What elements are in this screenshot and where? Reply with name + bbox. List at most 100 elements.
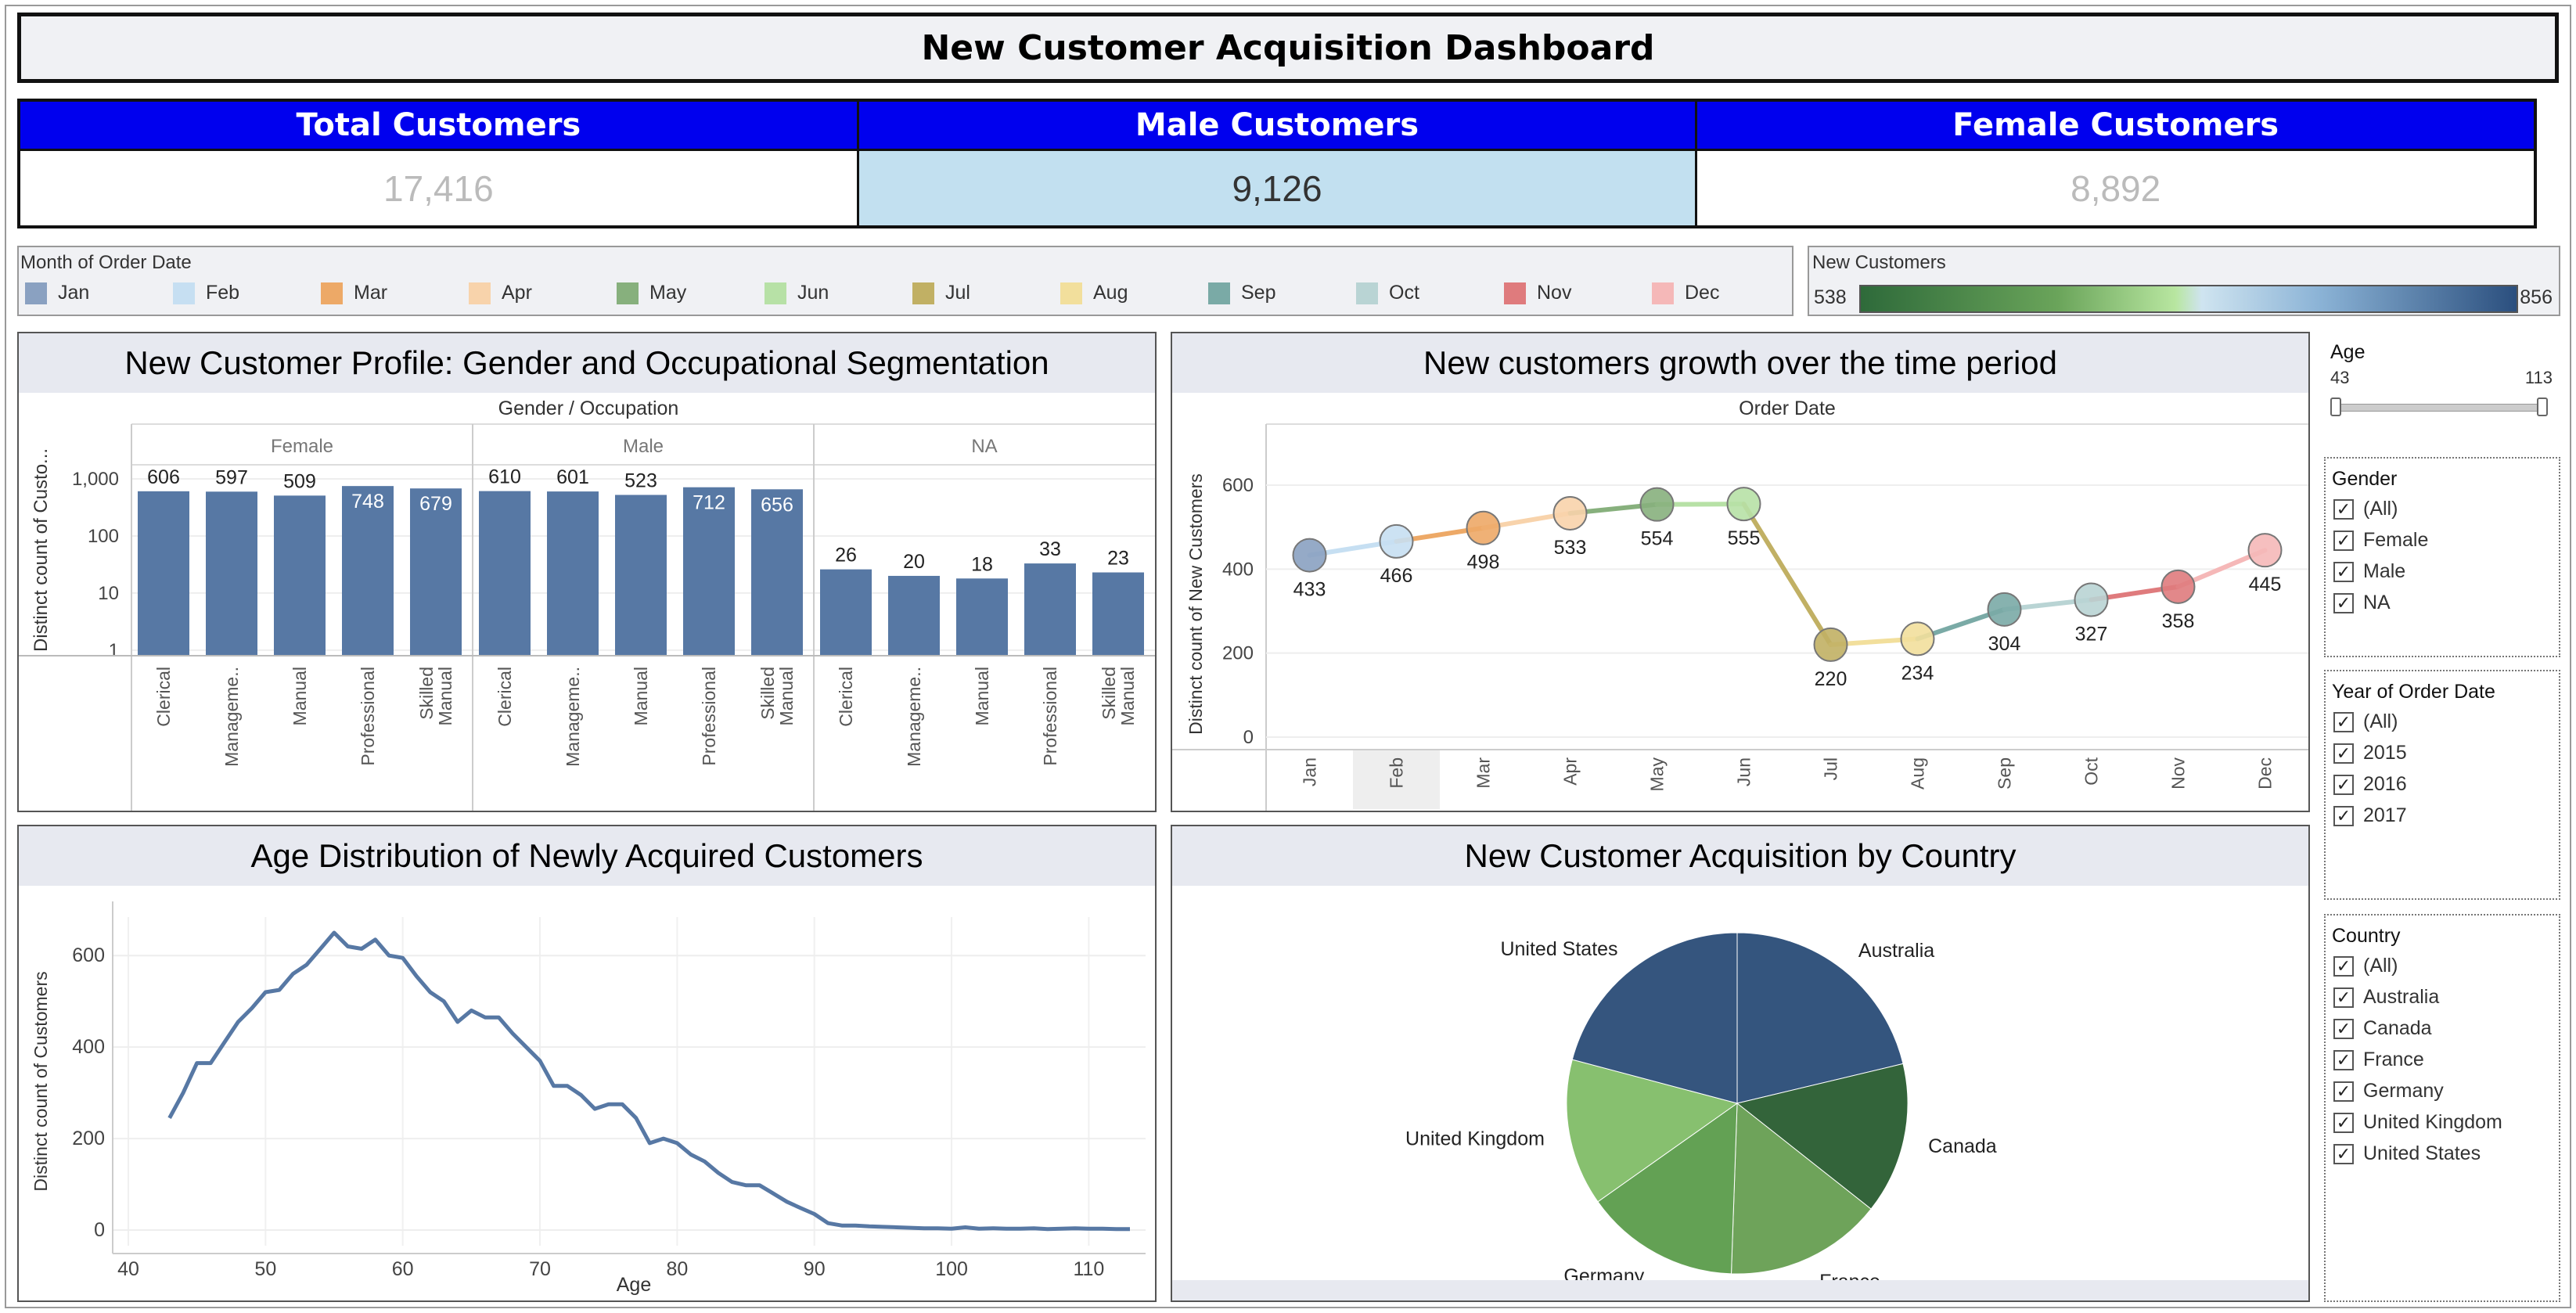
y-tick-label: 600: [72, 944, 105, 966]
bar: [615, 495, 667, 656]
checkbox[interactable]: ✓: [2333, 774, 2354, 795]
legend-item-mar[interactable]: Mar: [321, 282, 387, 304]
data-label: 554: [1641, 528, 1674, 550]
checkbox[interactable]: ✓: [2333, 987, 2354, 1008]
year-filter: Year of Order Date ✓ (All) ✓ 2015 ✓ 2016 ✓ 2017: [2324, 670, 2560, 900]
data-label: 433: [1293, 579, 1326, 601]
kpi-male-customers[interactable]: Male Customers 9,126: [858, 102, 1698, 225]
legend-item-feb[interactable]: Feb: [173, 282, 239, 304]
checkbox[interactable]: ✓: [2333, 592, 2354, 613]
legend-item-oct[interactable]: Oct: [1356, 282, 1419, 304]
data-label: 220: [1815, 668, 1847, 690]
filter-option-united-states[interactable]: ✓ United States: [2333, 1142, 2481, 1165]
filter-option-female[interactable]: ✓ Female: [2333, 529, 2428, 552]
bar-data-label: 23: [1107, 548, 1129, 570]
bar: [1092, 572, 1144, 656]
legend-label: Sep: [1241, 282, 1276, 304]
filter-option-2015[interactable]: ✓ 2015: [2333, 742, 2407, 764]
bar-data-label: 33: [1039, 538, 1061, 560]
kpi-female-customers[interactable]: Female Customers 8,892: [1697, 102, 2535, 225]
checkbox[interactable]: ✓: [2333, 498, 2354, 520]
checkbox[interactable]: ✓: [2333, 805, 2354, 826]
filter-option-australia[interactable]: ✓ Australia: [2333, 986, 2439, 1009]
filter-option-all[interactable]: ✓ (All): [2333, 710, 2398, 733]
kpi-label: Female Customers: [1697, 102, 2535, 151]
y-tick-label: 200: [72, 1128, 105, 1149]
checkbox[interactable]: ✓: [2333, 561, 2354, 582]
x-tick-label: Professional: [1040, 667, 1060, 766]
x-tick-label: Jan: [1300, 757, 1320, 786]
legend-label: Feb: [206, 282, 240, 304]
age-slider-track[interactable]: [2335, 404, 2543, 412]
data-label: 327: [2075, 624, 2108, 646]
x-tick-label: Skilled: [416, 667, 437, 720]
legend-label: Apr: [502, 282, 532, 304]
month-legend-title: Month of Order Date: [20, 252, 192, 273]
legend-item-nov[interactable]: Nov: [1504, 282, 1571, 304]
bar: [1024, 563, 1076, 656]
x-tick-label: Professional: [699, 667, 719, 766]
checkbox-label: NA: [2363, 592, 2391, 613]
x-tick-label: Manual: [1117, 667, 1138, 725]
age-filter-max: 113: [2524, 368, 2553, 387]
legend-item-jun[interactable]: Jun: [765, 282, 829, 304]
kpi-total-customers[interactable]: Total Customers 17,416: [20, 102, 859, 225]
legend-swatch: [321, 282, 343, 304]
legend-item-jan[interactable]: Jan: [25, 282, 89, 304]
filter-option-na[interactable]: ✓ NA: [2333, 592, 2391, 614]
filter-option-2017[interactable]: ✓ 2017: [2333, 804, 2407, 827]
filter-option-germany[interactable]: ✓ Germany: [2333, 1080, 2444, 1103]
month-legend-items: Jan Feb Mar Apr May Jun Jul Aug Sep Oct Nov Dec: [25, 282, 1786, 311]
x-tick-label: Jun: [1734, 757, 1754, 786]
gradient-max-label: 856: [2520, 286, 2553, 308]
bar-data-label: 18: [971, 553, 993, 575]
filter-option-all[interactable]: ✓ (All): [2333, 955, 2398, 977]
data-point: [1987, 592, 2022, 627]
data-label: 533: [1554, 537, 1587, 559]
filter-option-canada[interactable]: ✓ Canada: [2333, 1017, 2432, 1040]
bar: [956, 578, 1008, 656]
legend-item-may[interactable]: May: [617, 282, 686, 304]
legend-label: Nov: [1537, 282, 1572, 304]
filter-option-all[interactable]: ✓ (All): [2333, 498, 2398, 520]
data-point: [1900, 621, 1935, 656]
x-tick-label: Jul: [1821, 757, 1841, 780]
y-tick-label: 600: [1222, 475, 1254, 496]
legend-label: Jun: [797, 282, 829, 304]
legend-item-dec[interactable]: Dec: [1652, 282, 1719, 304]
growth-line-chart: Order Date 0 200 400 600 Distinct count of Ne…: [1172, 397, 2308, 811]
y-tick-label: 1,000: [72, 469, 119, 490]
checkbox[interactable]: ✓: [2333, 1143, 2354, 1164]
checkbox[interactable]: ✓: [2333, 530, 2354, 551]
bar-data-label: 601: [556, 466, 589, 488]
legend-item-sep[interactable]: Sep: [1208, 282, 1275, 304]
pie-label: United Kingdom: [1405, 1128, 1545, 1149]
checkbox[interactable]: ✓: [2333, 1018, 2354, 1039]
checkbox[interactable]: ✓: [2333, 1112, 2354, 1133]
checkbox[interactable]: ✓: [2333, 1049, 2354, 1070]
legend-item-jul[interactable]: Jul: [912, 282, 970, 304]
data-point: [1379, 523, 1414, 559]
filter-option-male[interactable]: ✓ Male: [2333, 560, 2405, 583]
data-label: 466: [1380, 565, 1413, 587]
bar-data-label: 656: [761, 494, 793, 516]
legend-item-aug[interactable]: Aug: [1060, 282, 1128, 304]
checkbox[interactable]: ✓: [2333, 955, 2354, 977]
legend-label: Oct: [1389, 282, 1419, 304]
filter-option-united-kingdom[interactable]: ✓ United Kingdom: [2333, 1111, 2502, 1134]
legend-swatch: [1356, 282, 1378, 304]
group-label: Female: [271, 436, 333, 457]
x-tick-label: 40: [117, 1258, 139, 1280]
filter-option-france[interactable]: ✓ France: [2333, 1049, 2424, 1071]
age-slider-min-handle[interactable]: [2330, 397, 2341, 416]
checkbox[interactable]: ✓: [2333, 711, 2354, 732]
checkbox[interactable]: ✓: [2333, 1081, 2354, 1102]
legend-item-apr[interactable]: Apr: [469, 282, 532, 304]
checkbox[interactable]: ✓: [2333, 743, 2354, 764]
age-slider-max-handle[interactable]: [2537, 397, 2548, 416]
filter-option-2016[interactable]: ✓ 2016: [2333, 773, 2407, 796]
legend-label: Dec: [1685, 282, 1720, 304]
y-tick-label: 400: [1222, 559, 1254, 580]
x-tick-label: Manageme..: [221, 667, 242, 767]
color-gradient-bar: [1859, 285, 2518, 313]
